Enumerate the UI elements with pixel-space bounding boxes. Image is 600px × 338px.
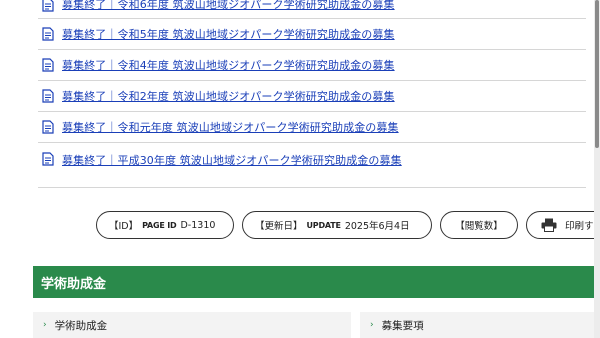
page-id-label: PAGE ID	[142, 220, 177, 230]
related-links-list: 募集終了｜令和6年度 筑波山地域ジオパーク学術研究助成金の募集 募集終了｜令和5…	[38, 0, 586, 188]
page-id-badge: 【ID】 PAGE ID D-1310	[96, 211, 234, 239]
list-item[interactable]: 募集終了｜令和2年度 筑波山地域ジオパーク学術研究助成金の募集	[38, 81, 586, 112]
updated-date: 2025年6月4日	[344, 221, 410, 232]
print-button[interactable]: 印刷す	[526, 211, 600, 239]
page-id-value: D-1310	[180, 219, 216, 231]
views-label: 【閲覧数】	[455, 221, 503, 232]
link-reiwa5[interactable]: 募集終了｜令和5年度 筑波山地域ジオパーク学術研究助成金の募集	[62, 26, 395, 42]
section-menu: › 学術助成金 › 募集要項	[33, 312, 600, 338]
section-heading: 学術助成金	[33, 266, 600, 298]
chevron-right-icon: ›	[370, 320, 374, 330]
id-label: 【ID】	[109, 221, 139, 232]
document-icon	[42, 58, 54, 72]
section-menu-item-guidelines[interactable]: › 募集要項	[360, 312, 600, 338]
print-label: 印刷す	[565, 221, 594, 232]
updated-label: 【更新日】	[255, 221, 303, 232]
list-item[interactable]: 募集終了｜平成30年度 筑波山地域ジオパーク学術研究助成金の募集	[38, 143, 586, 188]
chevron-right-icon: ›	[43, 320, 47, 330]
document-icon	[42, 0, 54, 12]
view-count-badge: 【閲覧数】	[440, 211, 518, 239]
link-reiwa2[interactable]: 募集終了｜令和2年度 筑波山地域ジオパーク学術研究助成金の募集	[62, 88, 395, 104]
list-item[interactable]: 募集終了｜令和6年度 筑波山地域ジオパーク学術研究助成金の募集	[38, 0, 586, 19]
document-icon	[42, 152, 54, 166]
link-reiwa4[interactable]: 募集終了｜令和4年度 筑波山地域ジオパーク学術研究助成金の募集	[62, 57, 395, 73]
document-icon	[42, 120, 54, 134]
updated-date-badge: 【更新日】 UPDATE 2025年6月4日	[242, 211, 432, 239]
menu-item-label: 学術助成金	[54, 319, 108, 332]
section-menu-item-grant[interactable]: › 学術助成金	[33, 312, 351, 338]
page-meta-bar: 【ID】 PAGE ID D-1310 【更新日】 UPDATE 2025年6月…	[96, 211, 600, 239]
printer-icon	[541, 218, 557, 232]
document-icon	[42, 27, 54, 41]
scrollbar-thumb[interactable]	[595, 0, 599, 148]
link-reiwa1[interactable]: 募集終了｜令和元年度 筑波山地域ジオパーク学術研究助成金の募集	[62, 119, 399, 135]
link-reiwa6[interactable]: 募集終了｜令和6年度 筑波山地域ジオパーク学術研究助成金の募集	[62, 0, 395, 12]
link-heisei30[interactable]: 募集終了｜平成30年度 筑波山地域ジオパーク学術研究助成金の募集	[62, 152, 402, 168]
list-item[interactable]: 募集終了｜令和元年度 筑波山地域ジオパーク学術研究助成金の募集	[38, 112, 586, 143]
list-item[interactable]: 募集終了｜令和5年度 筑波山地域ジオパーク学術研究助成金の募集	[38, 19, 586, 50]
update-en-label: UPDATE	[306, 220, 341, 230]
document-icon	[42, 89, 54, 103]
list-item[interactable]: 募集終了｜令和4年度 筑波山地域ジオパーク学術研究助成金の募集	[38, 50, 586, 81]
scrollbar[interactable]	[594, 0, 600, 338]
menu-item-label: 募集要項	[381, 319, 424, 332]
